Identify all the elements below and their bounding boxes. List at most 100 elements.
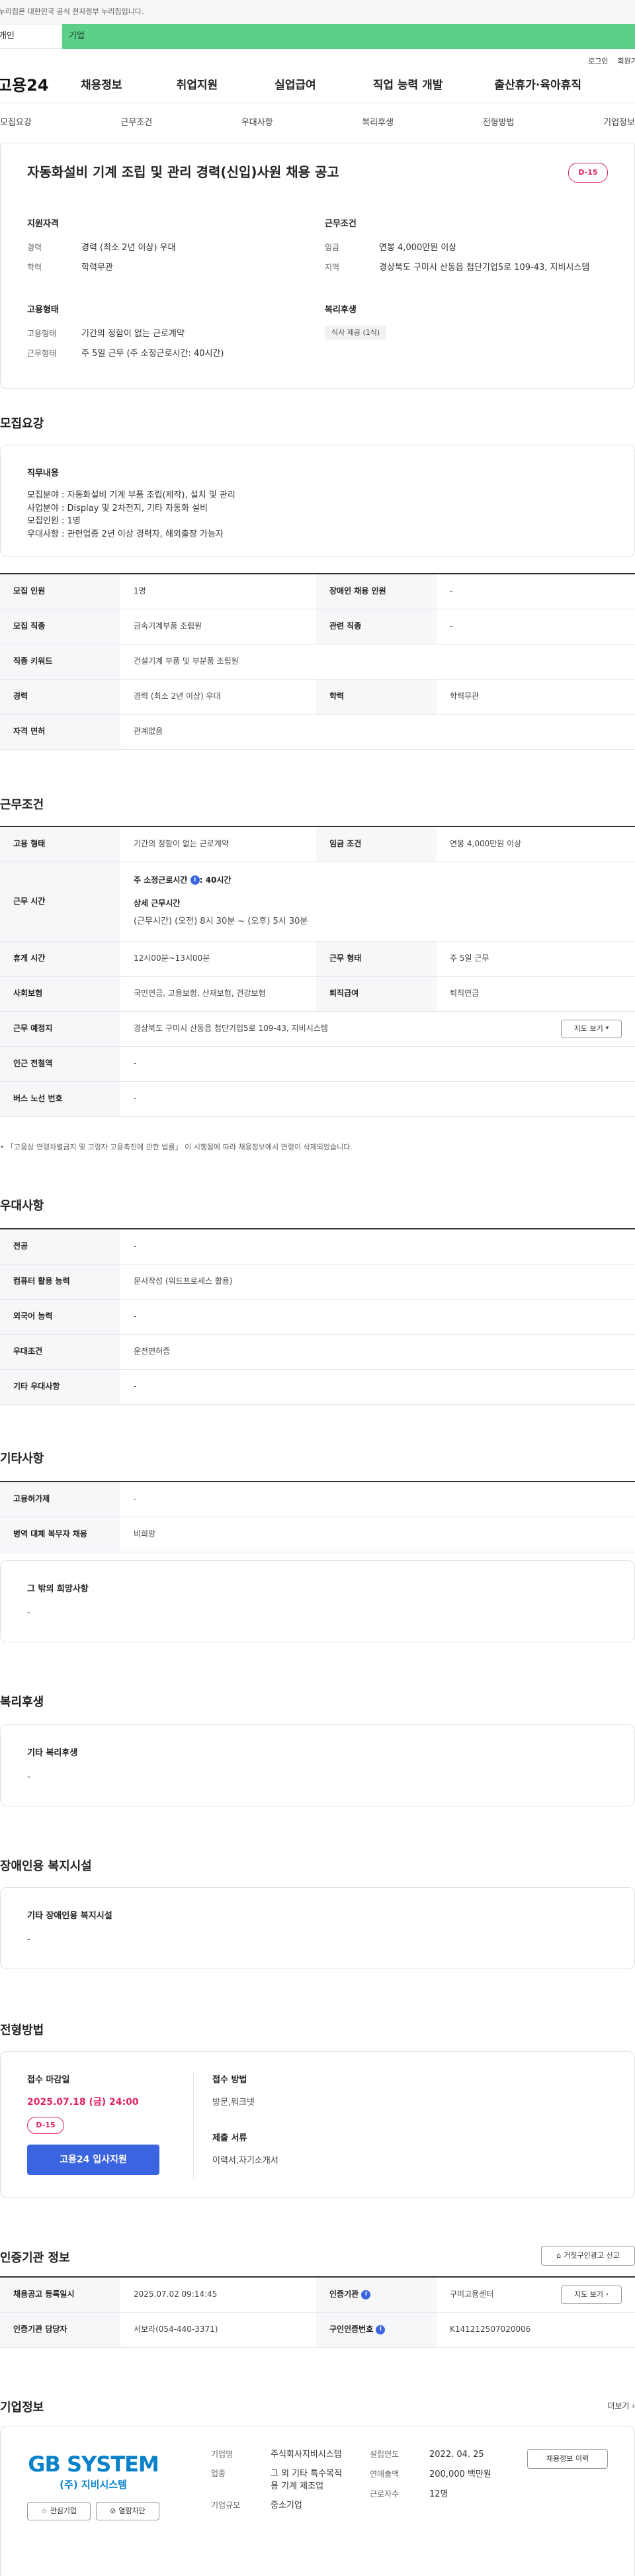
duty-card: 직무내용 모집분야 : 자동화설비 기계 부품 조립(제작), 설치 및 관리 … [0, 445, 635, 557]
duty-line: 모집분야 : 자동화설비 기계 부품 조립(제작), 설치 및 관리 [27, 490, 235, 500]
cond-row: 지역 경상북도 구미시 산동읍 첨단기업5로 109-43, 지비시스템 [325, 263, 590, 273]
chevron-down-icon: ▾ [605, 1025, 609, 1032]
agency-table: 채용공고 등록일시 2025.07.02 09:14:45 인증기관 i 구미고… [0, 2276, 635, 2348]
deadline-value: 2025.07.18 (금) 24:00 [27, 2097, 139, 2108]
site-logo[interactable]: 고용24 [0, 74, 77, 97]
section-title-pref: 우대사항 [0, 1199, 44, 1213]
table-row: 우대조건 운전면허증 [0, 1335, 635, 1370]
cond-title: 근무조건 [325, 219, 357, 229]
map-button[interactable]: 지도 보기 ▾ [561, 1020, 622, 1038]
global-nav: 고용24 채용정보 취업지원 실업급여 직업 능력 개발 출산휴가·육아휴직 [0, 69, 635, 103]
welfare-tag: 식사 제공 (1식) [325, 326, 387, 340]
duty-content: 모집분야 : 자동화설비 기계 부품 조립(제작), 설치 및 관리 사업분야 … [27, 489, 235, 541]
table-row: 자격 면허 관계없음 [0, 715, 635, 750]
welfare-title: 복리후생 [325, 305, 357, 315]
emp-list: 고용형태 기간의 정함이 없는 근로계약 근무형태 주 5일 근무 (주 소정근로시… [27, 328, 318, 368]
section-title-company: 기업정보 [0, 2401, 44, 2415]
chevron-right-icon: › [632, 2401, 635, 2411]
table-row: 전공 - [0, 1229, 635, 1265]
table-row: 고용허가제 - [0, 1482, 635, 1517]
qual-row: 경력 경력 (최소 2년 이상) 우대 [27, 243, 176, 253]
duty-line: 모집인원 : 1명 [27, 516, 81, 526]
info-icon[interactable]: i [190, 875, 200, 885]
duty-title: 직무내용 [27, 468, 59, 478]
company-field: 기업명 주식회사지비시스템 [211, 2450, 342, 2460]
company-field: 근로자수 12명 [370, 2489, 448, 2499]
house-icon: ⌂ [556, 2251, 562, 2260]
tab-individual[interactable]: 개인 [0, 24, 62, 49]
dday-badge: D-15 [568, 163, 608, 183]
apply-button[interactable]: 고용24 입사지원 [27, 2145, 159, 2175]
table-row: 외국어 능력 - [0, 1300, 635, 1335]
gnb-item-training[interactable]: 직업 능력 개발 [373, 77, 443, 94]
info-icon[interactable]: i [376, 2325, 386, 2334]
etc-table: 고용허가제 - 병역 대체 복무자 채용 비희망 [0, 1481, 635, 1552]
table-row: 모집 인원 1명 장애인 채용 인원 - [0, 574, 635, 609]
subnav-company[interactable]: 기업정보 [603, 117, 635, 130]
cond-row: 임금 연봉 4,000만원 이상 [325, 243, 457, 253]
subnav-welfare[interactable]: 복리후생 [362, 117, 394, 130]
company-field: 연매출액 200,000 백만원 [370, 2469, 491, 2479]
emp-title: 고용형태 [27, 305, 59, 315]
report-button[interactable]: ⌂ 거짓구인광고 신고 [541, 2246, 635, 2266]
section-title-etc: 기타사항 [0, 1452, 44, 1466]
signup-link[interactable]: 회원가입 [618, 56, 635, 67]
company-field: 업종 그 외 기타 특수목적용 기계 제조업 [211, 2468, 343, 2491]
section-title-work: 근무조건 [0, 798, 44, 812]
emp-row: 근무형태 주 5일 근무 (주 소정근로시간: 40시간) [27, 349, 224, 359]
more-link[interactable]: 더보기 › [607, 2401, 635, 2412]
company-field: 설립연도 2022. 04. 25 [370, 2450, 484, 2460]
block-icon: ⊘ [110, 2507, 116, 2516]
table-row: 인증기관 담당자 서보라(054-440-3371) 구인인증번호 i K141… [0, 2313, 635, 2348]
subnav-conditions[interactable]: 근무조건 [120, 117, 152, 130]
gnb-item-unemployment-benefit[interactable]: 실업급여 [275, 77, 316, 94]
company-logo: GB SYSTEM [28, 2452, 159, 2477]
favorite-company-button[interactable]: ☆ 관심기업 [27, 2502, 91, 2520]
agency-map-button[interactable]: 지도 보기 › [561, 2286, 622, 2304]
table-row: 컴퓨터 활용 능력 문서작성 (워드프로세스 활용) [0, 1265, 635, 1300]
user-type-tabs: 개인 기업 [0, 24, 635, 49]
table-row: 직종 키워드 건설기계 부품 및 부분품 조립원 [0, 644, 635, 680]
hiring-history-button[interactable]: 채용정보 이력 [527, 2449, 608, 2469]
pref-table: 전공 - 컴퓨터 활용 능력 문서작성 (워드프로세스 활용) 외국어 능력 - 우대… [0, 1228, 635, 1405]
company-logo-sub: (주) 지비시스템 [60, 2479, 127, 2491]
selection-card: 접수 마감일 2025.07.18 (금) 24:00 D-15 고용24 입사… [0, 2051, 635, 2198]
company-fields-2: 설립연도 2022. 04. 25 연매출액 200,000 백만원 근로자수 12명 [370, 2449, 515, 2509]
qual-title: 지원자격 [27, 219, 59, 229]
qual-list: 경력 경력 (최소 2년 이상) 우대 학력 학력무관 [27, 242, 305, 282]
company-card: GB SYSTEM (주) 지비시스템 ☆ 관심기업 ⊘ 열람차단 기업명 주식회사지… [0, 2426, 635, 2576]
gov-banner: 이 누리집은 대한민국 공식 전자정부 누리집입니다. [0, 0, 635, 24]
gnb-item-employment-support[interactable]: 취업지원 [177, 77, 218, 94]
subnav-selection[interactable]: 전형방법 [483, 117, 515, 130]
star-icon: ☆ [40, 2507, 48, 2516]
welfare-card: 기타 복리후생 - [0, 1724, 635, 1806]
section-title-selection: 전형방법 [0, 2023, 44, 2037]
table-row: 근무 예정지 경상북도 구미시 산동읍 첨단기업5로 109-43, 지비시스템… [0, 1012, 635, 1047]
cond-list: 임금 연봉 4,000만원 이상 지역 경상북도 구미시 산동읍 첨단기업5로 10… [325, 242, 603, 275]
subnav-preference[interactable]: 우대사항 [241, 117, 273, 130]
summary-card: 자동화설비 기계 조립 및 관리 경력(신입)사원 채용 공고 D-15 지원자… [0, 144, 635, 389]
hope-card: 그 밖의 희망사항 - [0, 1560, 635, 1642]
tab-company[interactable]: 기업 [62, 24, 635, 49]
block-view-button[interactable]: ⊘ 열람차단 [96, 2502, 159, 2520]
table-row: 기타 우대사항 - [0, 1370, 635, 1405]
table-row: 근무 시간 주 소정근로시간 i: 40시간 상세 근무시간 (근무시간) (오… [0, 862, 635, 942]
gnb-item-leave[interactable]: 출산휴가·육아휴직 [494, 77, 581, 94]
emp-row: 고용형태 기간의 정함이 없는 근로계약 [27, 329, 185, 339]
subnav-recruit[interactable]: 모집요강 [0, 117, 32, 130]
job-title: 자동화설비 기계 조립 및 관리 경력(신입)사원 채용 공고 [27, 164, 339, 180]
section-title-agency: 인증기관 정보 [0, 2251, 70, 2265]
company-fields: 기업명 주식회사지비시스템 업종 그 외 기타 특수목적용 기계 제조업 기업규모 중… [211, 2449, 350, 2512]
age-note: • 「고용상 연령차별금지 및 고령자 고용촉진에 관한 법률」 이 시행됨에 … [0, 1143, 353, 1151]
table-row: 사회보험 국민연금, 고용보험, 산재보험, 건강보험 퇴직급여 퇴직연금 [0, 977, 635, 1012]
table-row: 고용 형태 기간의 정함이 없는 근로계약 임금 조건 연봉 4,000만원 이… [0, 827, 635, 862]
table-row: 경력 경력 (최소 2년 이상) 우대 학력 학력무관 [0, 680, 635, 715]
dday-badge-small: D-15 [27, 2117, 64, 2134]
gnb-item-jobs[interactable]: 채용정보 [81, 77, 122, 94]
top-links: 로그인 회원가입 [0, 49, 635, 69]
login-link[interactable]: 로그인 [588, 56, 608, 67]
work-time-cell: 주 소정근로시간 i: 40시간 상세 근무시간 (근무시간) (오전) 8시 … [134, 875, 308, 927]
table-row: 인근 전철역 - [0, 1047, 635, 1082]
section-title-welfare: 복리후생 [0, 1695, 44, 1709]
info-icon[interactable]: i [361, 2290, 371, 2299]
